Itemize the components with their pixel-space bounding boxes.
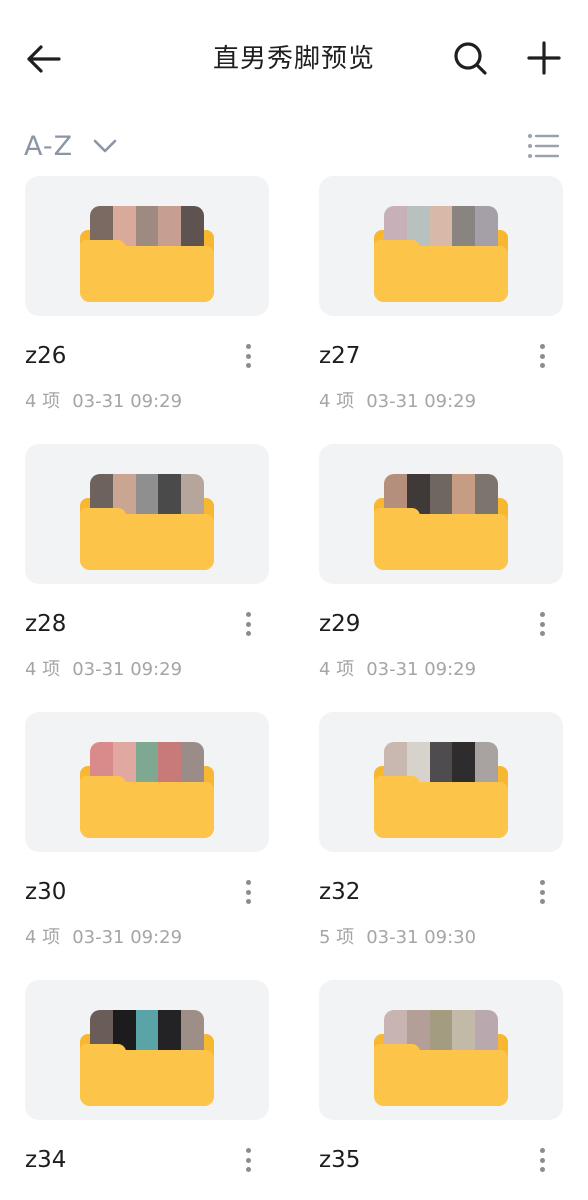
list-view-icon: [528, 134, 559, 158]
folder-thumbnail: [319, 444, 563, 584]
folder-meta: 4 项 03-31 09:29: [25, 658, 182, 682]
folder-name: z26: [25, 343, 67, 369]
folder-icon: [80, 474, 214, 570]
folder-meta: [25, 1194, 37, 1200]
modified-date: 03-31 09:29: [72, 659, 183, 680]
folder-card[interactable]: z29 4 项 03-31 09:29: [319, 444, 563, 712]
more-options-icon[interactable]: [241, 878, 255, 906]
folder-thumbnail: [25, 444, 269, 584]
modified-date: 03-31 09:29: [72, 391, 183, 412]
folder-name: z30: [25, 879, 67, 905]
more-options-icon[interactable]: [241, 610, 255, 638]
folder-meta: 4 项 03-31 09:29: [319, 658, 476, 682]
item-count: 4 项: [25, 659, 61, 680]
modified-date: 03-31 09:30: [366, 927, 477, 948]
search-icon: [454, 42, 487, 75]
sort-label: A-Z: [24, 130, 74, 162]
folder-thumbnail: [319, 980, 563, 1120]
more-options-icon[interactable]: [535, 342, 549, 370]
item-count: 4 项: [319, 391, 355, 412]
folder-meta: 4 项 03-31 09:29: [25, 926, 182, 950]
page-title: 直男秀脚预览: [212, 44, 375, 74]
more-options-icon[interactable]: [241, 342, 255, 370]
folder-meta: 5 项 03-31 09:30: [319, 926, 476, 950]
folder-grid: z26 4 项 03-31 09:29 z27 4 项 03-31 09:29: [25, 176, 563, 1200]
chevron-down-icon: [93, 138, 117, 154]
folder-card[interactable]: z26 4 项 03-31 09:29: [25, 176, 269, 444]
folder-name: z32: [319, 879, 361, 905]
more-options-icon[interactable]: [535, 610, 549, 638]
folder-icon: [374, 206, 508, 302]
folder-icon: [374, 1010, 508, 1106]
item-count: 5 项: [319, 927, 355, 948]
folder-name: z27: [319, 343, 361, 369]
folder-thumbnail: [25, 980, 269, 1120]
item-count: 4 项: [25, 927, 61, 948]
folder-thumbnail: [319, 712, 563, 852]
search-button[interactable]: [450, 38, 490, 78]
folder-meta: 4 项 03-31 09:29: [319, 390, 476, 414]
folder-thumbnail: [25, 176, 269, 316]
folder-icon: [80, 1010, 214, 1106]
item-count: 4 项: [25, 391, 61, 412]
sort-bar: A-Z: [0, 124, 588, 168]
folder-thumbnail: [319, 176, 563, 316]
folder-thumbnail: [25, 712, 269, 852]
folder-card[interactable]: z28 4 项 03-31 09:29: [25, 444, 269, 712]
folder-card[interactable]: z32 5 项 03-31 09:30: [319, 712, 563, 980]
plus-icon: [527, 41, 561, 75]
add-button[interactable]: [522, 38, 566, 78]
folder-name: z35: [319, 1147, 361, 1173]
modified-date: 03-31 09:29: [366, 659, 477, 680]
more-options-icon[interactable]: [535, 1146, 549, 1174]
folder-name: z34: [25, 1147, 67, 1173]
folder-meta: [319, 1194, 331, 1200]
modified-date: 03-31 09:29: [366, 391, 477, 412]
folder-icon: [374, 742, 508, 838]
folder-meta: 4 项 03-31 09:29: [25, 390, 182, 414]
folder-card[interactable]: z27 4 项 03-31 09:29: [319, 176, 563, 444]
folder-icon: [80, 742, 214, 838]
folder-card[interactable]: z30 4 项 03-31 09:29: [25, 712, 269, 980]
folder-name: z28: [25, 611, 67, 637]
file-browser-screen: 直男秀脚预览 A-Z z26 4 项 03-31 09:29 z27 4 项 0…: [0, 0, 588, 1200]
item-count: 4 项: [319, 659, 355, 680]
view-mode-toggle[interactable]: [526, 130, 560, 162]
sort-dropdown[interactable]: A-Z: [24, 124, 117, 168]
more-options-icon[interactable]: [535, 878, 549, 906]
folder-name: z29: [319, 611, 361, 637]
folder-icon: [80, 206, 214, 302]
header: 直男秀脚预览: [0, 0, 588, 118]
folder-card[interactable]: z35: [319, 980, 563, 1200]
folder-card[interactable]: z34: [25, 980, 269, 1200]
folder-icon: [374, 474, 508, 570]
modified-date: 03-31 09:29: [72, 927, 183, 948]
more-options-icon[interactable]: [241, 1146, 255, 1174]
